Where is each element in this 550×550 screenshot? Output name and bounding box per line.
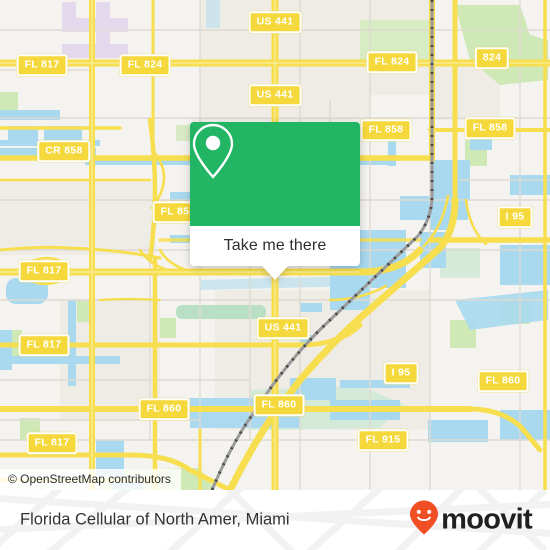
road-shield-label: FL 817 — [26, 432, 78, 454]
moovit-pin-smiley-icon — [409, 500, 439, 541]
road-shield-label: FL 824 — [119, 54, 171, 76]
road-shield-label: CR 858 — [37, 140, 91, 162]
footer-bar: Florida Cellular of North Amer, Miami mo… — [0, 490, 550, 550]
place-title: Florida Cellular of North Amer, Miami — [20, 510, 290, 529]
road-shield-label: I 95 — [497, 206, 533, 228]
road-shield-label: US 441 — [248, 11, 302, 33]
road-shield-label: US 441 — [256, 317, 310, 339]
road-shield-label: FL 860 — [138, 398, 190, 420]
road-shield-label: 824 — [474, 47, 510, 69]
road-shield-label: FL 860 — [253, 394, 305, 416]
road-shield-label: FL 817 — [18, 334, 70, 356]
road-shield-label: FL 824 — [366, 51, 418, 73]
road-shield-label: FL 817 — [16, 54, 68, 76]
moovit-logo[interactable]: moovit — [409, 500, 533, 541]
moovit-wordmark: moovit — [441, 503, 533, 536]
callout-action-panel[interactable]: Take me there — [190, 226, 360, 280]
road-shield-label: FL 858 — [360, 119, 412, 141]
road-shield-label: I 95 — [383, 362, 419, 384]
callout-tail-pointer — [262, 266, 288, 280]
road-shield-label: FL 915 — [357, 429, 409, 451]
callout-icon-panel — [190, 122, 360, 226]
road-shield-label: FL 858 — [464, 117, 516, 139]
road-shield-label: FL 860 — [477, 370, 529, 392]
location-callout[interactable]: Take me there — [190, 122, 360, 280]
take-me-there-label: Take me there — [223, 237, 327, 254]
map-canvas[interactable]: US 441 FL 817 FL 824 FL 824 824 US 441 FL 858 F… — [0, 0, 550, 490]
road-shield-label: FL 817 — [18, 260, 70, 282]
road-shield-label: US 441 — [248, 84, 302, 106]
osm-attribution[interactable]: © OpenStreetMap contributors — [0, 469, 181, 490]
map-screenshot: US 441 FL 817 FL 824 FL 824 824 US 441 FL 858 F… — [0, 0, 550, 550]
